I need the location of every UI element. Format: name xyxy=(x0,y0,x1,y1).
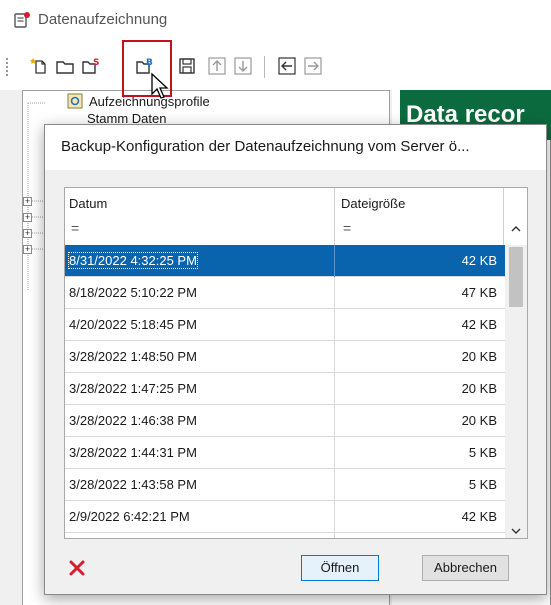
cell-date: 3/28/2022 1:46:38 PM xyxy=(69,413,197,428)
cell-size: 42 KB xyxy=(461,253,497,268)
filter-date[interactable]: = xyxy=(71,220,79,236)
cell-divider xyxy=(334,245,335,277)
svg-text:B: B xyxy=(146,58,153,68)
mouse-cursor-icon xyxy=(150,72,170,100)
cell-date: 2/9/2022 6:42:21 PM xyxy=(69,509,190,524)
cell-divider xyxy=(334,533,335,538)
open-button[interactable]: Öffnen xyxy=(301,555,379,581)
cell-size: 5 KB xyxy=(468,477,497,492)
grid-header: Datum = Dateigröße = xyxy=(65,188,527,246)
toolbar: S B xyxy=(0,40,551,90)
cell-size: 42 KB xyxy=(461,509,497,524)
toolbar-grip[interactable] xyxy=(6,58,10,76)
grid-rows: 8/31/2022 4:32:25 PM 42 KB 8/18/2022 5:10:… xyxy=(65,245,505,538)
tree-node-recording-profiles[interactable]: Aufzeichnungsprofile xyxy=(67,93,210,113)
toolbar-separator xyxy=(264,56,265,78)
tree-expander[interactable]: + xyxy=(23,197,32,206)
title-bar: Datenaufzeichnung xyxy=(0,0,551,40)
filter-size[interactable]: = xyxy=(343,220,351,236)
table-row[interactable]: 4/20/2022 5:18:45 PM 42 KB xyxy=(65,309,505,341)
table-row[interactable]: 3/28/2022 1:47:25 PM 20 KB xyxy=(65,373,505,405)
table-row[interactable]: 2/9/2022 6:42:22 PM42 KB xyxy=(65,533,505,538)
svg-text:S: S xyxy=(93,58,99,68)
cell-size: 20 KB xyxy=(461,381,497,396)
scroll-down-icon[interactable] xyxy=(510,525,522,537)
scrollbar-thumb[interactable] xyxy=(509,247,523,307)
cell-size: 5 KB xyxy=(468,445,497,460)
cell-date: 3/28/2022 1:44:31 PM xyxy=(69,445,197,460)
backup-server-icon[interactable]: S xyxy=(80,55,102,77)
cell-divider xyxy=(334,501,335,533)
column-header-size[interactable]: Dateigröße xyxy=(341,196,405,211)
table-row[interactable]: 3/28/2022 1:43:58 PM 5 KB xyxy=(65,469,505,501)
cell-date: 8/31/2022 4:32:25 PM xyxy=(68,252,198,269)
cell-size: 20 KB xyxy=(461,349,497,364)
cell-date: 3/28/2022 1:47:25 PM xyxy=(69,381,197,396)
app-recording-icon xyxy=(12,10,32,30)
vertical-scrollbar[interactable] xyxy=(505,226,527,538)
tree-expander[interactable]: + xyxy=(23,229,32,238)
export-icon[interactable] xyxy=(302,55,324,77)
cell-divider xyxy=(334,277,335,309)
cell-date: 8/18/2022 5:10:22 PM xyxy=(69,285,197,300)
cell-divider xyxy=(334,309,335,341)
backup-list-grid: Datum = Dateigröße = 8/31/2022 4:32:25 P… xyxy=(64,187,528,539)
dialog-title: Backup-Konfiguration der Datenaufzeichnu… xyxy=(61,138,470,155)
tree-expander[interactable]: + xyxy=(23,245,32,254)
dialog-title-bar: Backup-Konfiguration der Datenaufzeichnu… xyxy=(45,125,546,170)
cell-size: 47 KB xyxy=(461,285,497,300)
tree-expander[interactable]: + xyxy=(23,213,32,222)
cell-divider xyxy=(334,373,335,405)
column-divider xyxy=(503,188,504,245)
table-row[interactable]: 3/28/2022 1:44:31 PM 5 KB xyxy=(65,437,505,469)
import-icon[interactable] xyxy=(276,55,298,77)
save-icon[interactable] xyxy=(176,55,198,77)
cell-divider xyxy=(334,341,335,373)
table-row[interactable]: 3/28/2022 1:48:50 PM 20 KB xyxy=(65,341,505,373)
new-profile-icon[interactable] xyxy=(28,55,50,77)
table-row[interactable]: 2/9/2022 6:42:21 PM 42 KB xyxy=(65,501,505,533)
cell-divider xyxy=(334,469,335,501)
cell-date: 3/28/2022 1:48:50 PM xyxy=(69,349,197,364)
column-divider[interactable] xyxy=(334,188,335,245)
cell-divider xyxy=(334,437,335,469)
move-up-icon[interactable] xyxy=(206,55,228,77)
table-row[interactable]: 3/28/2022 1:46:38 PM 20 KB xyxy=(65,405,505,437)
scroll-up-icon[interactable] xyxy=(510,223,522,235)
recording-profile-icon xyxy=(67,93,83,109)
cell-size: 20 KB xyxy=(461,413,497,428)
delete-icon[interactable] xyxy=(64,555,90,581)
cell-date: 3/28/2022 1:43:58 PM xyxy=(69,477,197,492)
open-folder-icon[interactable] xyxy=(54,55,76,77)
cell-divider xyxy=(334,405,335,437)
move-down-icon[interactable] xyxy=(232,55,254,77)
table-row[interactable]: 8/31/2022 4:32:25 PM 42 KB xyxy=(65,245,505,277)
cell-date: 4/20/2022 5:18:45 PM xyxy=(69,317,197,332)
cell-size: 42 KB xyxy=(461,317,497,332)
window-title: Datenaufzeichnung xyxy=(38,11,168,28)
table-row[interactable]: 8/18/2022 5:10:22 PM 47 KB xyxy=(65,277,505,309)
column-header-date[interactable]: Datum xyxy=(69,196,107,211)
cancel-button[interactable]: Abbrechen xyxy=(422,555,509,581)
backup-config-dialog: Backup-Konfiguration der Datenaufzeichnu… xyxy=(44,124,547,595)
